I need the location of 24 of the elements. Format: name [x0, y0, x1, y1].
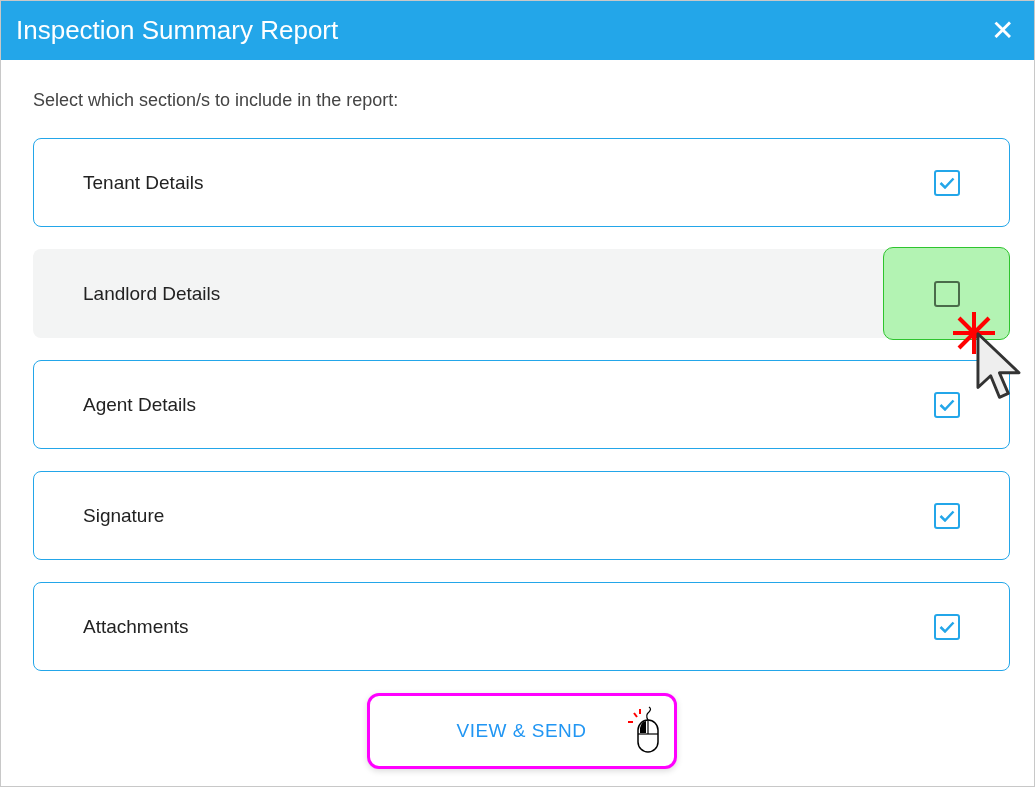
section-row[interactable]: Tenant Details — [33, 138, 1010, 227]
section-label: Tenant Details — [83, 171, 204, 194]
section-label: Landlord Details — [83, 282, 221, 305]
checkbox[interactable] — [933, 502, 960, 529]
checkmark-icon — [938, 398, 955, 411]
section-row[interactable]: Landlord Details — [33, 249, 1010, 338]
instruction-text: Select which section/s to include in the report: — [33, 89, 400, 112]
window-title: Inspection Summary Report — [16, 15, 339, 46]
checkbox[interactable] — [933, 613, 960, 640]
section-row[interactable]: Agent Details — [33, 360, 1010, 449]
section-row[interactable]: Signature — [33, 471, 1010, 560]
section-label: Agent Details — [83, 393, 196, 416]
section-label: Signature — [83, 504, 165, 527]
click-burst-icon — [951, 310, 997, 356]
checkmark-icon — [938, 176, 955, 189]
checkbox[interactable] — [933, 169, 960, 196]
section-row[interactable]: Attachments — [33, 582, 1010, 671]
checkmark-icon — [938, 509, 955, 522]
checkbox[interactable] — [933, 391, 960, 418]
checkbox[interactable] — [933, 280, 960, 307]
mouse-click-icon — [625, 706, 662, 756]
section-label: Attachments — [83, 615, 189, 638]
mouse-pointer-icon — [976, 331, 1021, 400]
checkmark-icon — [938, 620, 955, 633]
